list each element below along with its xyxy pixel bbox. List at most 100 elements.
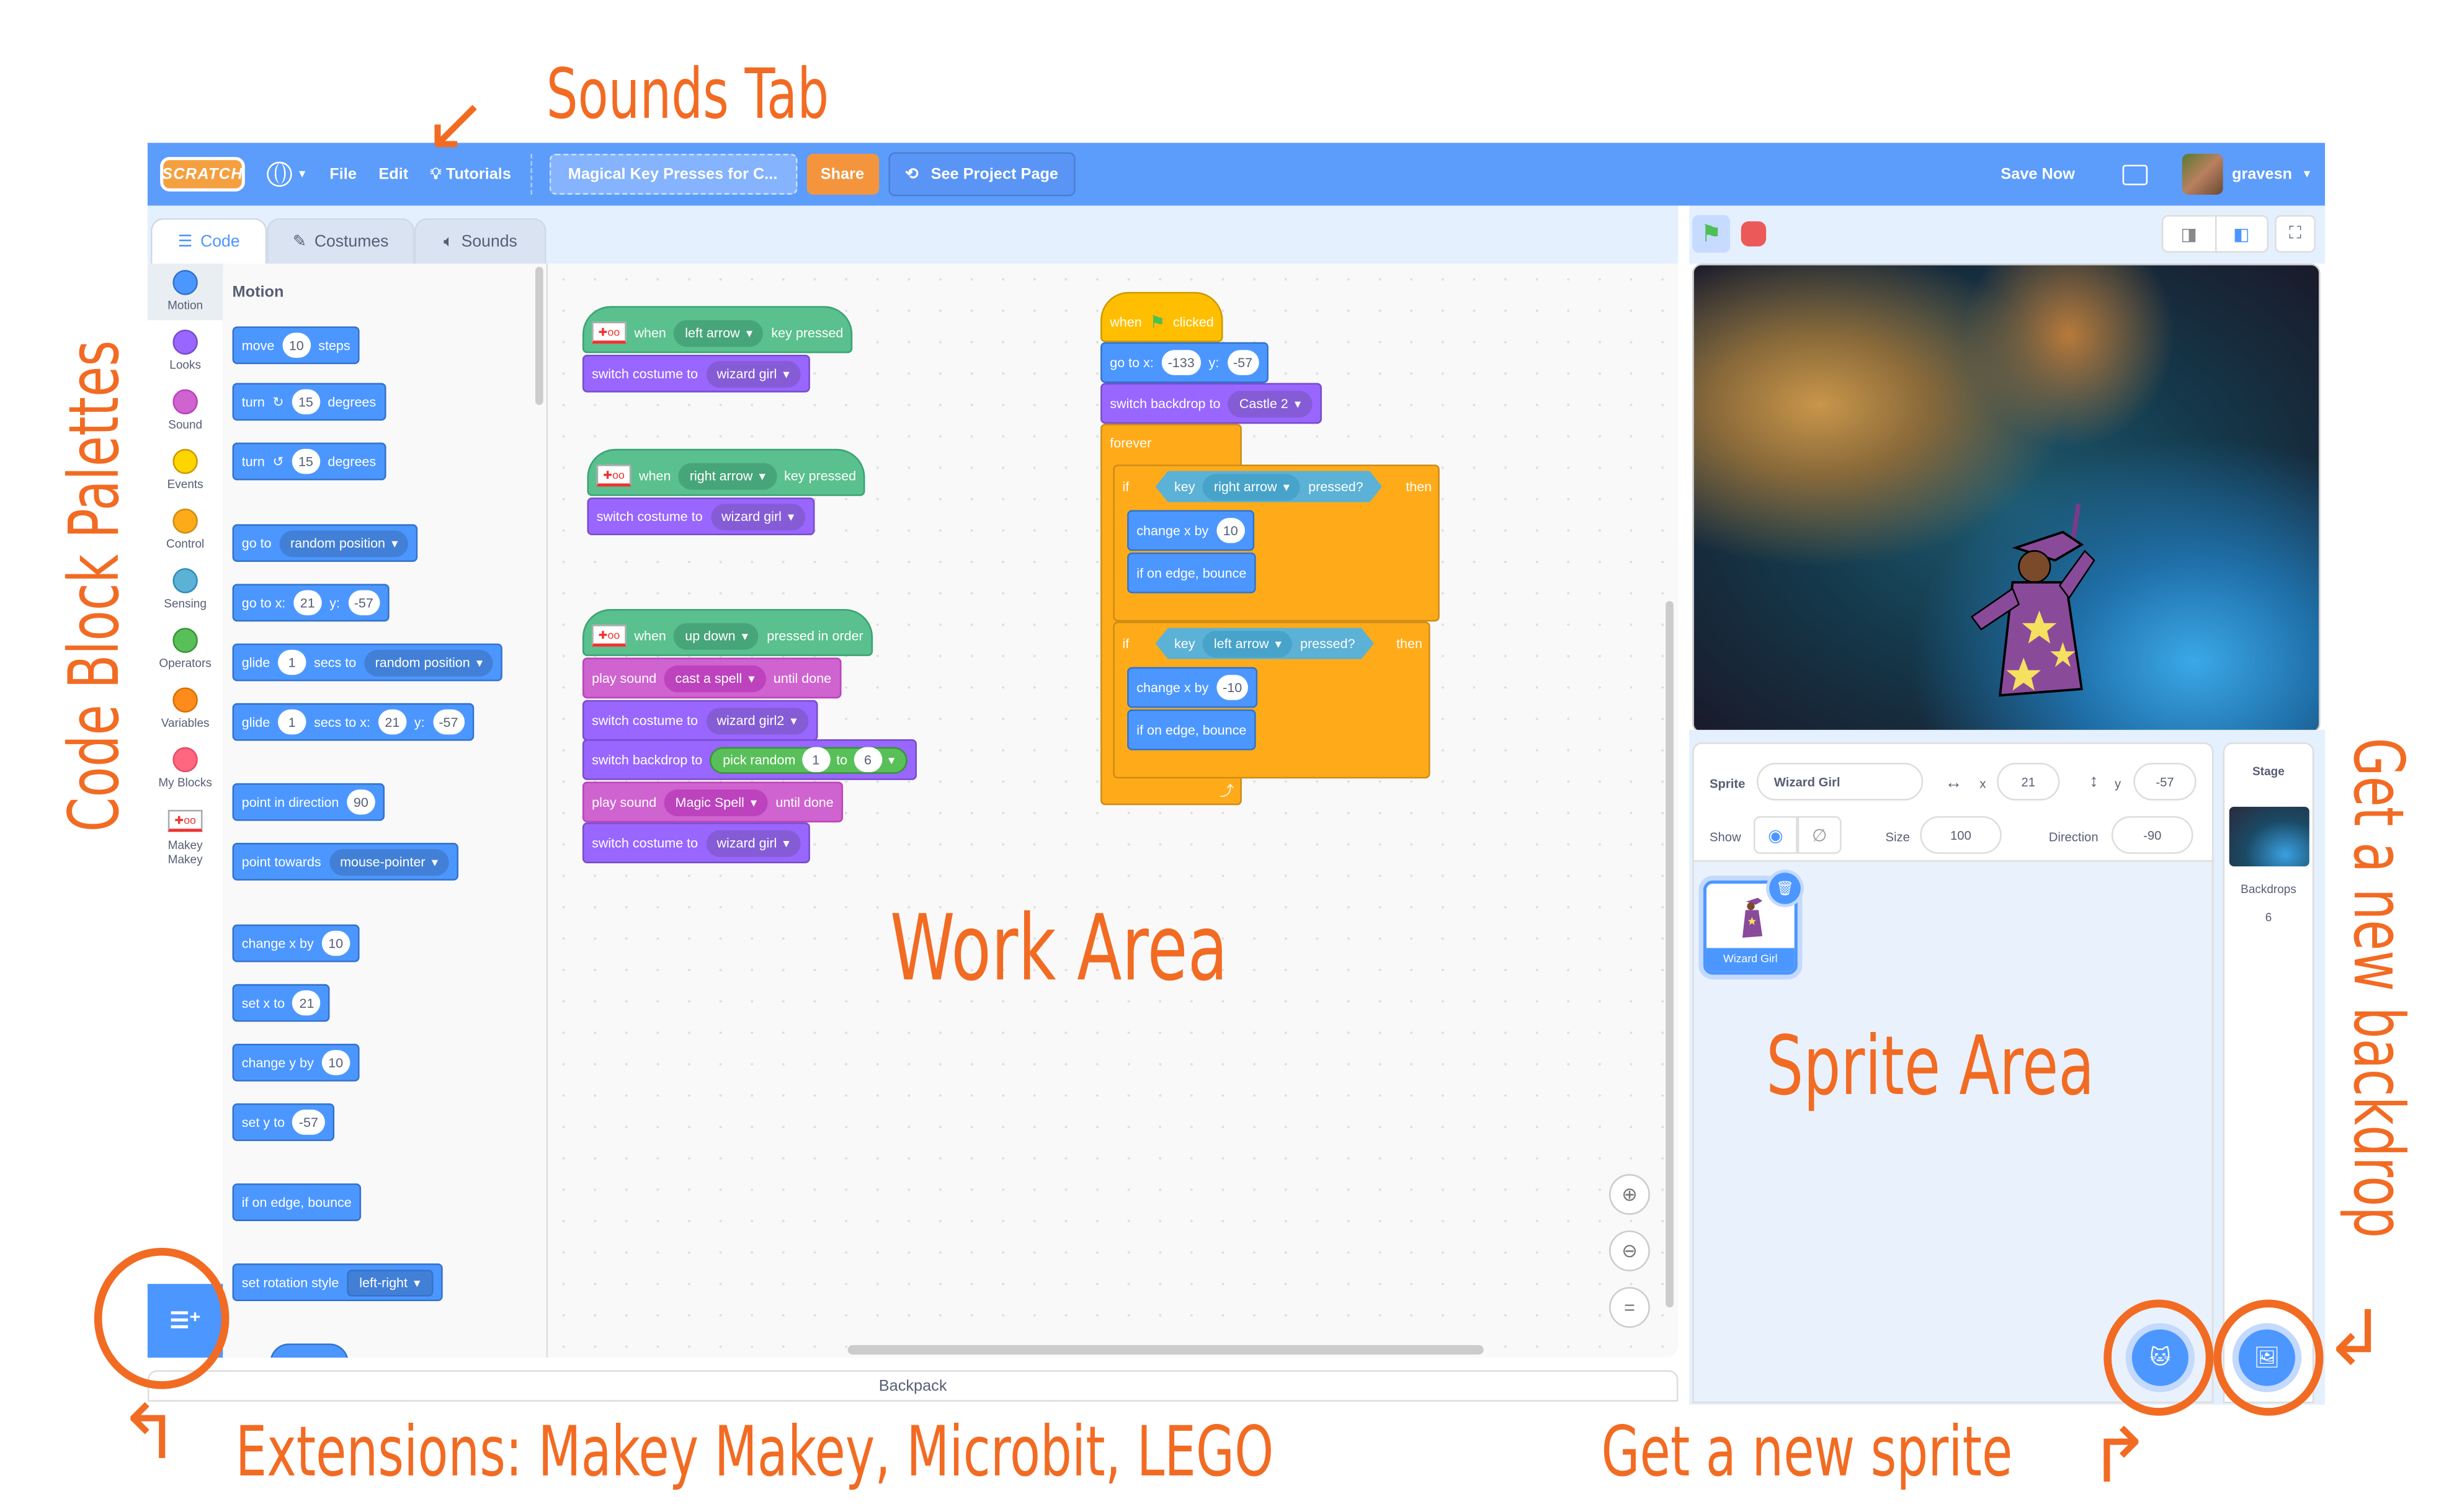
- tab-sounds[interactable]: 🔈︎ Sounds: [414, 218, 546, 264]
- block-switch-costume[interactable]: switch costume to wizard girl2: [582, 700, 818, 741]
- backdrop-thumbnail[interactable]: [2229, 806, 2309, 867]
- palette-scrollbar[interactable]: [535, 267, 543, 405]
- stop-button[interactable]: [1741, 221, 1767, 247]
- block-dropdown[interactable]: random position: [279, 530, 409, 557]
- block-set-x[interactable]: set x to 21: [232, 984, 331, 1022]
- category-events[interactable]: Events: [148, 448, 223, 491]
- block-dropdown[interactable]: left arrow: [674, 319, 764, 347]
- block-change-y[interactable]: change y by 10: [232, 1043, 360, 1082]
- username[interactable]: gravesn: [2232, 166, 2292, 183]
- block-when-key-pressed[interactable]: ✚oo when left arrow key pressed: [582, 306, 853, 354]
- block-set-y[interactable]: set y to -57: [232, 1103, 334, 1141]
- block-input[interactable]: 21: [292, 990, 321, 1016]
- project-title-input[interactable]: Magical Key Presses for C...: [548, 154, 797, 195]
- block-key-pressed[interactable]: key right arrow pressed?: [1156, 471, 1382, 502]
- block-input[interactable]: 1: [277, 709, 306, 735]
- category-motion[interactable]: Motion: [147, 264, 223, 321]
- block-go-to-xy[interactable]: go to x: -133 y: -57: [1100, 342, 1269, 383]
- block-key-pressed[interactable]: key left arrow pressed?: [1156, 628, 1374, 659]
- block-change-x[interactable]: change x by 10: [232, 924, 360, 963]
- zoom-out-button[interactable]: ⊖: [1609, 1230, 1650, 1271]
- fullscreen-button[interactable]: ⛶: [2275, 215, 2316, 253]
- zoom-in-button[interactable]: ⊕: [1609, 1174, 1650, 1215]
- block-dropdown[interactable]: Magic Spell: [664, 788, 768, 816]
- block-go-to[interactable]: go to random position: [232, 524, 419, 563]
- block-input[interactable]: 21: [378, 709, 407, 735]
- block-dropdown[interactable]: mouse-pointer: [329, 848, 449, 875]
- zoom-reset-button[interactable]: =: [1609, 1287, 1650, 1328]
- x-position-input[interactable]: 21: [1997, 762, 2060, 801]
- y-position-input[interactable]: -57: [2133, 762, 2197, 801]
- block-when-pressed-in-order[interactable]: ✚oo when up down pressed in order: [582, 608, 873, 656]
- vertical-scrollbar[interactable]: [1666, 601, 1674, 1308]
- block-dropdown[interactable]: wizard girl: [705, 829, 801, 856]
- small-stage-button[interactable]: ◨: [2163, 216, 2214, 251]
- block-when-key-pressed[interactable]: ✚oo when right arrow key pressed: [587, 448, 866, 496]
- category-makey-makey[interactable]: ✚oo Makey Makey: [148, 809, 223, 866]
- block-dropdown[interactable]: left-right: [347, 1269, 433, 1296]
- category-sensing[interactable]: Sensing: [148, 568, 223, 610]
- block-dropdown[interactable]: left arrow: [1203, 630, 1292, 657]
- avatar[interactable]: [2182, 154, 2223, 195]
- block-input[interactable]: -10: [1216, 675, 1249, 700]
- block-input[interactable]: 6: [854, 747, 882, 773]
- share-button[interactable]: Share: [806, 154, 879, 195]
- block-input[interactable]: 10: [321, 1050, 350, 1075]
- block-bounce[interactable]: if on edge, bounce: [232, 1183, 361, 1221]
- block-switch-backdrop[interactable]: switch backdrop to Castle 2: [1100, 383, 1321, 424]
- block-dropdown[interactable]: wizard girl2: [705, 707, 808, 734]
- block-x-position[interactable]: [270, 1343, 349, 1358]
- block-input[interactable]: 10: [321, 930, 350, 956]
- block-input[interactable]: -57: [432, 709, 465, 735]
- direction-input[interactable]: -90: [2111, 816, 2193, 854]
- block-input[interactable]: 1: [801, 747, 831, 773]
- see-project-page-button[interactable]: ⟲ See Project Page: [888, 152, 1076, 197]
- block-input[interactable]: 10: [1216, 518, 1245, 543]
- category-operators[interactable]: Operators: [148, 628, 223, 670]
- show-hidden-button[interactable]: ∅: [1797, 816, 1842, 854]
- block-dropdown[interactable]: Castle 2: [1228, 389, 1312, 417]
- block-dropdown[interactable]: wizard girl: [705, 360, 801, 387]
- block-move-steps[interactable]: move 10 steps: [232, 326, 360, 365]
- block-turn-right[interactable]: turn ↻ 15 degrees: [232, 383, 386, 421]
- category-sound[interactable]: Sound: [148, 389, 223, 432]
- chevron-down-icon[interactable]: ▼: [2301, 169, 2313, 180]
- folder-icon[interactable]: [2121, 164, 2148, 185]
- delete-sprite-button[interactable]: 🗑︎: [1769, 873, 1801, 904]
- block-play-sound[interactable]: play sound Magic Spell until done: [582, 781, 843, 823]
- size-input[interactable]: 100: [1920, 816, 2002, 854]
- tutorials-button[interactable]: 💡︎ Tutorials: [430, 166, 511, 183]
- category-variables[interactable]: Variables: [148, 687, 223, 730]
- tab-code[interactable]: ☰ Code: [150, 218, 267, 264]
- category-looks[interactable]: Looks: [148, 329, 223, 372]
- block-switch-costume[interactable]: switch costume to wizard girl: [582, 822, 810, 863]
- file-menu[interactable]: File: [329, 166, 357, 183]
- block-switch-backdrop[interactable]: switch backdrop to pick random 1 to 6: [582, 739, 917, 780]
- block-turn-left[interactable]: turn ↺ 15 degrees: [232, 442, 386, 481]
- block-switch-costume[interactable]: switch costume to wizard girl: [582, 354, 810, 393]
- block-dropdown[interactable]: up down: [674, 622, 759, 649]
- stage-canvas[interactable]: [1692, 264, 2321, 733]
- block-dropdown[interactable]: cast a spell: [664, 664, 766, 692]
- normal-stage-button[interactable]: ◧: [2214, 216, 2267, 251]
- block-bounce[interactable]: if on edge, bounce: [1127, 552, 1256, 594]
- green-flag-button[interactable]: ⚑: [1692, 215, 1730, 253]
- block-input[interactable]: -57: [1226, 350, 1259, 375]
- block-dropdown[interactable]: right arrow: [1203, 473, 1300, 500]
- block-bounce[interactable]: if on edge, bounce: [1127, 709, 1256, 750]
- block-input[interactable]: -133: [1161, 350, 1201, 375]
- scratch-logo[interactable]: SCRATCH: [160, 157, 245, 192]
- block-glide[interactable]: glide 1 secs to random position: [232, 643, 503, 682]
- save-now-button[interactable]: Save Now: [2001, 166, 2075, 183]
- script-area[interactable]: ✚oo when left arrow key pressed switch cost…: [548, 264, 1679, 1358]
- block-input[interactable]: 21: [293, 590, 322, 616]
- edit-menu[interactable]: Edit: [378, 166, 408, 183]
- sprite-name-input[interactable]: Wizard Girl: [1756, 762, 1924, 801]
- horizontal-scrollbar[interactable]: [847, 1345, 1484, 1355]
- language-menu[interactable]: ▼: [267, 161, 308, 187]
- block-pick-random[interactable]: pick random 1 to 6: [710, 746, 908, 773]
- block-when-flag-clicked[interactable]: when ⚑ clicked: [1100, 291, 1223, 342]
- show-visible-button[interactable]: ◉: [1753, 816, 1798, 854]
- block-input[interactable]: 1: [277, 649, 306, 675]
- category-my-blocks[interactable]: My Blocks: [148, 747, 223, 789]
